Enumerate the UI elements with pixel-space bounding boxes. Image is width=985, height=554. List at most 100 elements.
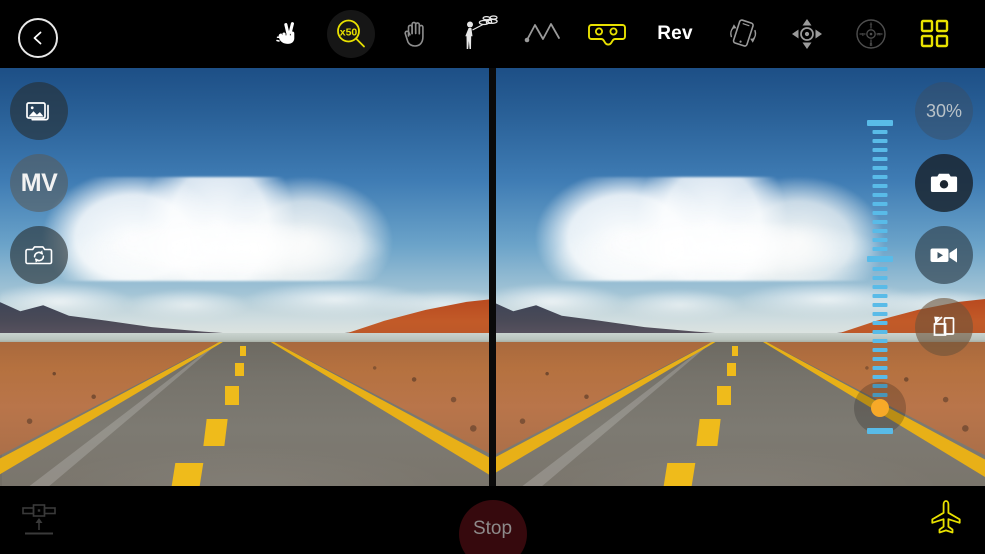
stop-label: Stop bbox=[472, 518, 513, 539]
center-dash bbox=[224, 385, 239, 405]
center-dash bbox=[239, 346, 246, 356]
slider-tick bbox=[872, 357, 888, 361]
right-control-stack: 30% bbox=[915, 82, 973, 370]
slider-tick bbox=[872, 330, 888, 334]
center-dash bbox=[727, 362, 737, 377]
video-camera-icon bbox=[930, 248, 957, 263]
svg-text:B: B bbox=[870, 42, 873, 47]
tool-follow-me[interactable] bbox=[447, 0, 511, 68]
center-dash bbox=[203, 419, 228, 447]
slider-tick bbox=[872, 139, 888, 143]
slider-tick bbox=[872, 247, 888, 251]
tool-vr-goggles[interactable] bbox=[575, 0, 639, 68]
grid-2x2-icon bbox=[920, 19, 949, 48]
slider-tick bbox=[872, 366, 888, 370]
slider-tick bbox=[872, 148, 888, 152]
gallery-button[interactable] bbox=[10, 82, 68, 140]
slider-tick-bottom bbox=[867, 428, 893, 434]
battery-indicator: 30% bbox=[915, 82, 973, 140]
slider-tick bbox=[872, 321, 888, 325]
slider-tick bbox=[872, 312, 888, 316]
cloud-anvil bbox=[561, 222, 907, 273]
shutter-photo-button[interactable] bbox=[915, 154, 973, 212]
camera-switch-icon bbox=[25, 246, 53, 265]
tool-gesture-victory[interactable] bbox=[255, 0, 319, 68]
slider-tick bbox=[872, 276, 888, 280]
tool-waypoint[interactable] bbox=[511, 0, 575, 68]
stereo-eye-left bbox=[0, 68, 493, 486]
chevron-left-icon bbox=[33, 31, 42, 45]
app-root: x50 Rev L R T B MV 30% Stop bbox=[0, 0, 985, 554]
camera-icon bbox=[930, 173, 958, 192]
tool-row: x50 Rev L R T B bbox=[255, 0, 967, 68]
hand-victory-icon bbox=[276, 22, 295, 44]
slider-tick-top bbox=[867, 120, 893, 126]
center-dash bbox=[717, 385, 732, 405]
tool-grid-view[interactable] bbox=[903, 0, 967, 68]
left-control-stack: MV bbox=[10, 82, 68, 298]
tool-rev[interactable]: Rev bbox=[639, 0, 711, 68]
magnifier-x50-icon: x50 bbox=[337, 19, 365, 48]
aircraft-status-button[interactable] bbox=[925, 496, 967, 542]
mv-label: MV bbox=[20, 168, 58, 197]
tool-phone-rotate[interactable] bbox=[711, 0, 775, 68]
center-dash bbox=[234, 362, 244, 377]
top-toolbar: x50 Rev L R T B bbox=[0, 0, 985, 68]
slider-tick bbox=[872, 339, 888, 343]
tool-gimbal-dial[interactable]: L R T B bbox=[839, 0, 903, 68]
drone-takeoff-icon bbox=[22, 504, 56, 535]
scene-right bbox=[493, 68, 985, 486]
slider-tick bbox=[872, 238, 888, 242]
battery-label: 30% bbox=[925, 100, 963, 121]
slider-tick bbox=[872, 211, 888, 215]
slider-tick bbox=[872, 229, 888, 233]
slider-tick bbox=[872, 166, 888, 170]
slider-tick bbox=[872, 375, 888, 379]
zoom-level-label: x50 bbox=[340, 26, 358, 38]
slider-tick bbox=[872, 294, 888, 298]
takeoff-button[interactable] bbox=[16, 498, 62, 542]
resize-panel-icon bbox=[933, 316, 955, 336]
slider-tick-mid bbox=[867, 256, 893, 262]
tool-palm-control[interactable] bbox=[383, 0, 447, 68]
person-drone-icon bbox=[465, 15, 498, 49]
exposure-slider[interactable] bbox=[854, 120, 906, 436]
slider-tick bbox=[872, 202, 888, 206]
slider-tick bbox=[872, 348, 888, 352]
slider-tick bbox=[872, 184, 888, 188]
slider-tick bbox=[872, 175, 888, 179]
stop-button[interactable]: Stop bbox=[458, 500, 527, 554]
compass-dial-icon: L R T B bbox=[856, 19, 886, 49]
slider-tick bbox=[872, 267, 888, 271]
stereo-divider bbox=[489, 68, 496, 486]
center-dash bbox=[732, 346, 738, 356]
slider-tick bbox=[872, 193, 888, 197]
tool-tracking-target[interactable] bbox=[775, 0, 839, 68]
vr-goggles-icon bbox=[588, 24, 626, 46]
bottom-toolbar: Stop bbox=[0, 486, 985, 554]
hand-palm-icon bbox=[404, 21, 424, 47]
phone-rotate-icon bbox=[730, 19, 757, 47]
switch-camera-button[interactable] bbox=[10, 226, 68, 284]
stereo-eye-right bbox=[493, 68, 985, 486]
svg-text:L: L bbox=[862, 32, 865, 37]
tool-zoom-x50[interactable]: x50 bbox=[319, 0, 383, 68]
rev-label: Rev bbox=[657, 23, 693, 44]
back-button[interactable] bbox=[18, 18, 58, 58]
svg-text:T: T bbox=[870, 23, 873, 28]
slider-knob[interactable] bbox=[871, 399, 889, 417]
waypoint-path-icon bbox=[524, 23, 560, 43]
center-dash bbox=[696, 419, 720, 447]
slider-tick bbox=[872, 157, 888, 161]
crosshair-icon bbox=[792, 19, 822, 49]
gallery-image-icon bbox=[26, 102, 49, 121]
record-video-button[interactable] bbox=[915, 226, 973, 284]
airplane-icon bbox=[931, 500, 961, 534]
slider-tick bbox=[872, 303, 888, 307]
panel-toggle-button[interactable] bbox=[915, 298, 973, 356]
slider-tick bbox=[872, 285, 888, 289]
slider-tick bbox=[872, 130, 888, 134]
slider-tick bbox=[872, 220, 888, 224]
mv-mode-button[interactable]: MV bbox=[10, 154, 68, 212]
scene-left bbox=[0, 68, 493, 486]
